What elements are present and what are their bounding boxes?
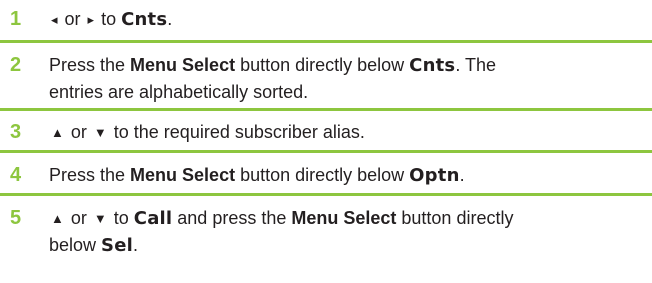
step-number: 3 (10, 121, 22, 143)
display-text-cnts: Cnts (121, 9, 168, 30)
text-fragment: . (167, 9, 173, 29)
text-fragment: below (49, 235, 102, 255)
step-text: Press the Menu Select button directly be… (49, 162, 640, 189)
step-5: 5 ▲ or ▼ to Call and press the Menu Sele… (0, 196, 652, 283)
step-text: ◂ or ▸ to Cnts. (49, 6, 640, 33)
text-fragment: button directly (396, 208, 514, 228)
text-fragment: . (132, 235, 138, 255)
left-arrow-icon: ◂ (51, 12, 58, 27)
text-fragment: Press the (49, 165, 131, 185)
down-arrow-icon: ▼ (93, 125, 107, 140)
step-number: 1 (10, 8, 22, 30)
display-text-call: Call (133, 208, 173, 229)
text-fragment: Press the (49, 55, 131, 75)
display-text-optn: Optn (409, 165, 460, 186)
text-fragment: . (459, 165, 465, 185)
step-number: 2 (10, 54, 22, 76)
text-fragment: . The (455, 55, 497, 75)
text-fragment: and press the (172, 208, 292, 228)
procedure-steps: 1 ◂ or ▸ to Cnts. 2 Press the Menu Selec… (0, 0, 652, 283)
text-line: below Sel. (49, 232, 640, 259)
text-fragment: or (65, 122, 92, 142)
menu-select-label: Menu Select (130, 165, 236, 185)
display-text-sel: Sel (101, 235, 133, 256)
text-line: entries are alphabetically sorted. (49, 82, 309, 102)
display-text-cnts: Cnts (409, 55, 456, 76)
text-fragment: or (65, 208, 92, 228)
text-line: Press the Menu Select button directly be… (49, 52, 640, 79)
step-4: 4 Press the Menu Select button directly … (0, 153, 652, 193)
menu-select-label: Menu Select (291, 208, 397, 228)
text-fragment: button directly below (235, 165, 410, 185)
text-fragment: to the required subscriber alias. (108, 122, 365, 142)
right-arrow-icon: ▸ (87, 12, 95, 27)
step-text: Press the Menu Select button directly be… (49, 52, 640, 105)
step-number: 4 (10, 164, 22, 186)
up-arrow-icon: ▲ (51, 125, 64, 140)
menu-select-label: Menu Select (130, 55, 236, 75)
step-text: ▲ or ▼ to the required subscriber alias. (49, 119, 640, 146)
step-3: 3 ▲ or ▼ to the required subscriber alia… (0, 111, 652, 151)
step-2: 2 Press the Menu Select button directly … (0, 43, 652, 109)
text-fragment: or (59, 9, 86, 29)
text-fragment: to (96, 9, 122, 29)
step-number: 5 (10, 207, 22, 229)
step-1: 1 ◂ or ▸ to Cnts. (0, 0, 652, 40)
text-fragment: button directly below (235, 55, 410, 75)
step-text: ▲ or ▼ to Call and press the Menu Select… (49, 205, 640, 259)
up-arrow-icon: ▲ (51, 211, 64, 226)
text-line: ▲ or ▼ to Call and press the Menu Select… (49, 205, 640, 232)
down-arrow-icon: ▼ (93, 211, 107, 226)
text-fragment: to (108, 208, 134, 228)
